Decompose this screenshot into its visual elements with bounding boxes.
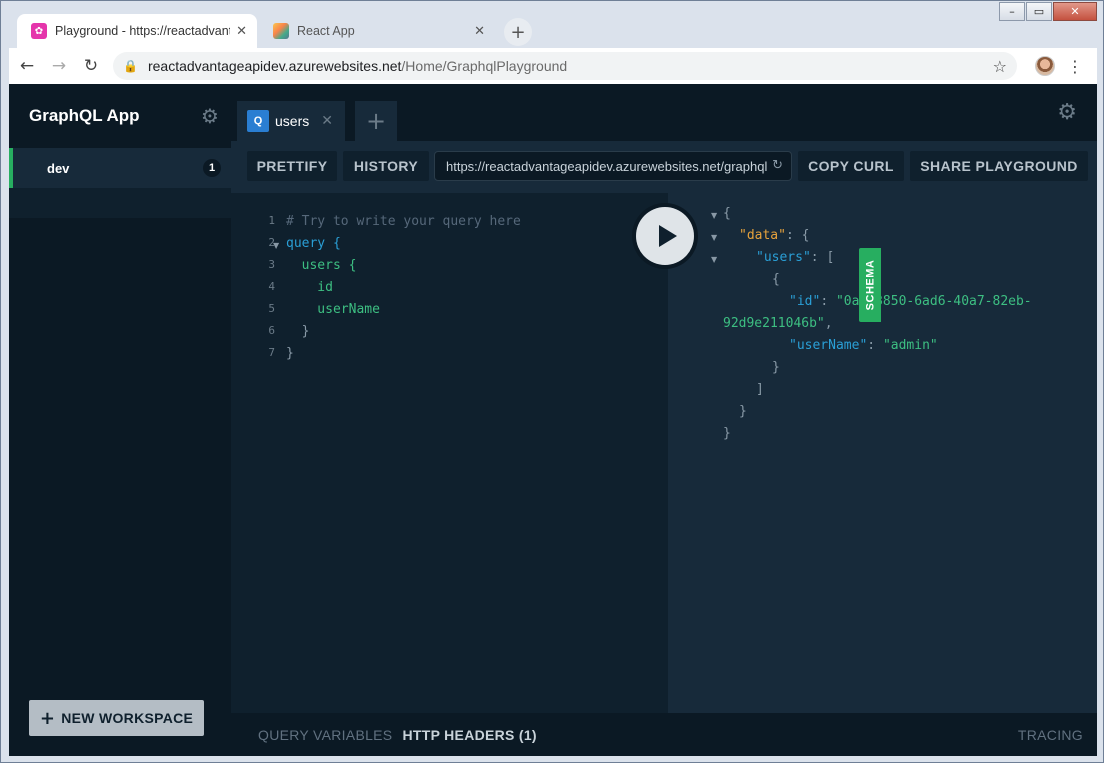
address-host: reactadvantageapidev.azurewebsites.net	[147, 58, 402, 74]
json-users-line: "users": [	[756, 250, 835, 265]
line-number: 7	[268, 346, 275, 359]
react-app-icon	[273, 23, 289, 39]
json-data-close: }	[739, 404, 747, 419]
json-object-close: }	[772, 360, 780, 375]
reload-icon[interactable]: ↻	[77, 52, 105, 80]
browser-tab-react-app[interactable]: React App ✕	[259, 14, 495, 48]
fold-arrow-icon[interactable]: ▼	[273, 241, 279, 250]
code-line: id	[286, 280, 333, 295]
line-number: 1	[268, 214, 275, 227]
main-panel: Q users ✕ + ⚙ PRETTIFY HISTORY https://r…	[231, 84, 1097, 756]
browser-toolbar: ← → ↻ 🔒 reactadvantageapidev.azurewebsit…	[9, 48, 1097, 84]
settings-gear-icon[interactable]: ⚙	[1057, 100, 1077, 125]
json-id-line: "id": "0ad23850-6ad6-40a7-82eb-	[789, 294, 1032, 309]
app-title: GraphQL App	[29, 106, 140, 125]
schema-label: SCHEMA	[864, 259, 877, 311]
graphql-playground: GraphQL App ⚙ dev 1 + NEW WORKSPACE Q us…	[9, 84, 1097, 756]
query-editor[interactable]: 1 # Try to write your query here 2 ▼ que…	[231, 193, 668, 713]
tab-users[interactable]: Q users ✕	[237, 101, 345, 141]
fold-arrow-icon[interactable]: ▼	[711, 255, 717, 264]
fold-arrow-icon[interactable]: ▼	[711, 211, 717, 220]
code-line: }	[286, 346, 294, 361]
endpoint-url-text: https://reactadvantageapidev.azurewebsit…	[446, 158, 768, 174]
query-tabs-bar: Q users ✕ + ⚙	[231, 84, 1097, 141]
code-line: }	[286, 324, 310, 339]
close-icon[interactable]: ✕	[321, 113, 333, 129]
endpoint-url-input[interactable]: https://reactadvantageapidev.azurewebsit…	[434, 151, 792, 181]
query-badge: Q	[247, 110, 269, 132]
prettify-button[interactable]: PRETTIFY	[247, 151, 337, 181]
line-number: 3	[268, 258, 275, 271]
environment-count-badge: 1	[203, 159, 221, 177]
minimize-button[interactable]: –	[999, 2, 1025, 21]
sidebar: GraphQL App ⚙ dev 1 + NEW WORKSPACE	[9, 84, 231, 756]
address-path: /Home/GraphqlPlayground	[401, 58, 568, 74]
tab-label: users	[275, 113, 310, 129]
environment-name: dev	[47, 160, 70, 176]
tracing-tab[interactable]: TRACING	[1018, 727, 1083, 743]
line-number: 6	[268, 324, 275, 337]
browser-tab-title: React App	[297, 24, 355, 38]
graphql-icon: ✿	[31, 23, 47, 39]
json-value-id-wrap: 92d9e211046b"	[723, 316, 825, 331]
add-tab-button[interactable]: +	[355, 101, 397, 141]
json-data-line: "data": {	[739, 228, 810, 243]
http-headers-tab[interactable]: HTTP HEADERS (1)	[402, 727, 536, 743]
lock-icon[interactable]: 🔒	[123, 59, 138, 73]
close-window-button[interactable]: ✕	[1053, 2, 1097, 21]
execute-query-button[interactable]	[632, 203, 698, 269]
browser-window: – ▭ ✕ ✿ Playground - https://reactadvant…	[0, 0, 1104, 763]
bottom-panel-bar: QUERY VARIABLES HTTP HEADERS (1) TRACING	[231, 713, 1097, 756]
json-value-username: "admin"	[882, 338, 938, 353]
json-array-close: ]	[756, 382, 764, 397]
json-key-data: "data"	[739, 228, 786, 243]
new-tab-button[interactable]: +	[504, 18, 532, 46]
window-controls: – ▭ ✕	[998, 2, 1097, 21]
play-button-face	[636, 207, 694, 265]
browser-tab-title: Playground - https://reactadvant	[55, 24, 231, 38]
profile-avatar[interactable]	[1035, 56, 1055, 76]
maximize-button[interactable]: ▭	[1026, 2, 1052, 21]
controls-bar: PRETTIFY HISTORY https://reactadvantagea…	[231, 141, 1097, 193]
json-key-username: "userName"	[789, 338, 868, 353]
line-number: 5	[268, 302, 275, 315]
json-open-brace: {	[723, 206, 731, 221]
sidebar-empty-row	[9, 188, 231, 218]
history-button[interactable]: HISTORY	[343, 151, 429, 181]
bookmark-star-icon[interactable]: ☆	[993, 57, 1007, 76]
query-variables-tab[interactable]: QUERY VARIABLES	[258, 727, 392, 743]
sidebar-item-dev[interactable]: dev 1	[9, 148, 231, 188]
code-line: query {	[286, 236, 341, 251]
new-workspace-button[interactable]: + NEW WORKSPACE	[29, 700, 204, 736]
sidebar-gear-icon[interactable]: ⚙	[201, 104, 219, 128]
browser-menu-icon[interactable]: ⋮	[1067, 57, 1083, 76]
address-bar[interactable]: 🔒 reactadvantageapidev.azurewebsites.net…	[113, 52, 1017, 80]
line-number: 2	[268, 236, 275, 249]
schema-tab[interactable]: SCHEMA	[859, 248, 881, 322]
json-username-line: "userName": "admin"	[789, 338, 938, 353]
back-icon[interactable]: ←	[13, 52, 41, 80]
copy-curl-button[interactable]: COPY CURL	[798, 151, 904, 181]
json-key-id: "id"	[789, 294, 821, 309]
play-icon	[658, 225, 677, 247]
reload-schema-icon[interactable]: ↻	[770, 158, 783, 173]
new-workspace-label: NEW WORKSPACE	[61, 710, 194, 726]
close-tab-icon[interactable]: ✕	[474, 24, 485, 39]
title-bar: – ▭ ✕ ✿ Playground - https://reactadvant…	[1, 1, 1103, 48]
json-close-brace: }	[723, 426, 731, 441]
code-line: # Try to write your query here	[286, 214, 521, 229]
browser-tab-playground[interactable]: ✿ Playground - https://reactadvant ✕	[17, 14, 257, 48]
code-line: userName	[286, 302, 380, 317]
line-number: 4	[268, 280, 275, 293]
result-viewer: ▼ { ▼ "data": { ▼ "users": [ { "id": "0a…	[668, 193, 1097, 713]
forward-icon[interactable]: →	[45, 52, 73, 80]
plus-icon: +	[39, 707, 56, 729]
json-object-open: {	[772, 272, 780, 287]
close-tab-icon[interactable]: ✕	[236, 24, 247, 39]
json-key-users: "users"	[756, 250, 811, 265]
json-id-line-wrap: 92d9e211046b",	[723, 316, 833, 331]
code-line: users {	[286, 258, 357, 273]
fold-arrow-icon[interactable]: ▼	[711, 233, 717, 242]
share-playground-button[interactable]: SHARE PLAYGROUND	[910, 151, 1088, 181]
